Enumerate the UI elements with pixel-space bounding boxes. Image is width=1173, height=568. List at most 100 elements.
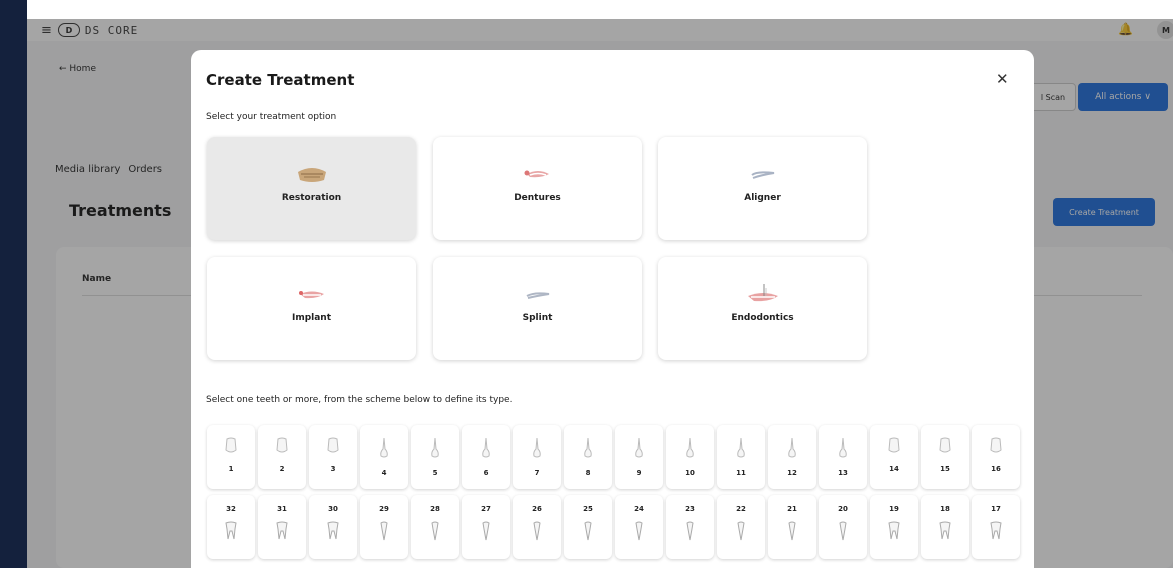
tooth-number: 20 xyxy=(838,505,848,513)
tooth-cell[interactable]: 11 xyxy=(717,425,765,489)
tooth-cell[interactable]: 27 xyxy=(462,495,510,559)
option-aligner[interactable]: Aligner xyxy=(658,137,867,240)
tooth-number: 25 xyxy=(583,505,593,513)
option-label: Splint xyxy=(522,313,553,323)
tooth-number: 21 xyxy=(787,505,797,513)
tooth-icon xyxy=(634,513,644,545)
tooth-cell[interactable]: 15 xyxy=(921,425,969,489)
tooth-cell[interactable]: 29 xyxy=(360,495,408,559)
tooth-cell[interactable]: 24 xyxy=(615,495,663,559)
tooth-number: 14 xyxy=(889,465,899,473)
tooth-cell[interactable]: 28 xyxy=(411,495,459,559)
tooth-cell[interactable]: 3 xyxy=(309,425,357,489)
tooth-cell[interactable]: 23 xyxy=(666,495,714,559)
option-label: Restoration xyxy=(281,193,342,203)
tooth-number: 24 xyxy=(634,505,644,513)
tooth-cell[interactable]: 19 xyxy=(870,495,918,559)
tooth-cell[interactable]: 7 xyxy=(513,425,561,489)
upper-teeth-row: 1 2 3 4 5 6 7 8 9 10 11 12 13 14 15 16 xyxy=(207,425,1020,489)
tooth-number: 31 xyxy=(277,505,287,513)
tooth-icon xyxy=(224,513,238,545)
tooth-number: 28 xyxy=(430,505,440,513)
tooth-icon xyxy=(989,425,1003,459)
tooth-cell[interactable]: 22 xyxy=(717,495,765,559)
tooth-cell[interactable]: 5 xyxy=(411,425,459,489)
tooth-icon xyxy=(224,425,238,459)
tooth-icon xyxy=(532,513,542,545)
tooth-number: 18 xyxy=(940,505,950,513)
restoration-icon xyxy=(295,164,329,186)
tooth-number: 22 xyxy=(736,505,746,513)
tooth-number: 5 xyxy=(432,469,438,477)
tooth-icon xyxy=(787,513,797,545)
tooth-icon xyxy=(736,425,746,463)
tooth-cell[interactable]: 32 xyxy=(207,495,255,559)
lower-teeth-row: 32 31 30 29 28 27 26 25 24 23 22 21 20 19 18 17 xyxy=(207,495,1020,559)
tooth-number: 26 xyxy=(532,505,542,513)
tooth-cell[interactable]: 16 xyxy=(972,425,1020,489)
tooth-cell[interactable]: 17 xyxy=(972,495,1020,559)
tooth-cell[interactable]: 9 xyxy=(615,425,663,489)
tooth-number: 7 xyxy=(534,469,540,477)
tooth-icon xyxy=(326,425,340,459)
tooth-icon xyxy=(838,425,848,463)
tooth-cell[interactable]: 8 xyxy=(564,425,612,489)
tooth-icon xyxy=(326,513,340,545)
close-icon[interactable]: ✕ xyxy=(996,70,1009,88)
tooth-icon xyxy=(989,513,1003,545)
tooth-number: 19 xyxy=(889,505,899,513)
tooth-icon xyxy=(736,513,746,545)
option-splint[interactable]: Splint xyxy=(433,257,642,360)
tooth-icon xyxy=(275,425,289,459)
tooth-cell[interactable]: 1 xyxy=(207,425,255,489)
splint-icon xyxy=(524,284,552,306)
tooth-cell[interactable]: 14 xyxy=(870,425,918,489)
tooth-number: 9 xyxy=(636,469,642,477)
option-dentures[interactable]: Dentures xyxy=(433,137,642,240)
option-restoration[interactable]: Restoration xyxy=(207,137,416,240)
tooth-number: 8 xyxy=(585,469,591,477)
tooth-number: 32 xyxy=(226,505,236,513)
tooth-cell[interactable]: 12 xyxy=(768,425,816,489)
tooth-icon xyxy=(938,513,952,545)
tooth-cell[interactable]: 18 xyxy=(921,495,969,559)
tooth-cell[interactable]: 31 xyxy=(258,495,306,559)
option-implant[interactable]: Implant xyxy=(207,257,416,360)
tooth-number: 13 xyxy=(838,469,848,477)
tooth-icon xyxy=(379,513,389,545)
tooth-cell[interactable]: 2 xyxy=(258,425,306,489)
create-treatment-dialog: Create Treatment ✕ Select your treatment… xyxy=(191,50,1034,568)
tooth-number: 6 xyxy=(483,469,489,477)
tooth-cell[interactable]: 6 xyxy=(462,425,510,489)
tooth-cell[interactable]: 25 xyxy=(564,495,612,559)
endodontics-icon xyxy=(746,284,780,306)
dentures-icon xyxy=(524,164,552,186)
option-endodontics[interactable]: Endodontics xyxy=(658,257,867,360)
option-label: Implant xyxy=(291,313,332,323)
tooth-number: 29 xyxy=(379,505,389,513)
tooth-number: 10 xyxy=(685,469,695,477)
tooth-icon xyxy=(887,425,901,459)
tooth-number: 15 xyxy=(940,465,950,473)
tooth-icon xyxy=(685,513,695,545)
tooth-cell[interactable]: 21 xyxy=(768,495,816,559)
tooth-cell[interactable]: 20 xyxy=(819,495,867,559)
tooth-number: 27 xyxy=(481,505,491,513)
tooth-icon xyxy=(583,425,593,463)
tooth-number: 2 xyxy=(279,465,285,473)
tooth-icon xyxy=(430,425,440,463)
tooth-cell[interactable]: 10 xyxy=(666,425,714,489)
tooth-cell[interactable]: 26 xyxy=(513,495,561,559)
tooth-icon xyxy=(685,425,695,463)
tooth-cell[interactable]: 13 xyxy=(819,425,867,489)
tooth-cell[interactable]: 30 xyxy=(309,495,357,559)
tooth-number: 23 xyxy=(685,505,695,513)
tooth-number: 16 xyxy=(991,465,1001,473)
tooth-cell[interactable]: 4 xyxy=(360,425,408,489)
tooth-number: 17 xyxy=(991,505,1001,513)
teeth-hint: Select one teeth or more, from the schem… xyxy=(206,395,513,405)
dialog-title: Create Treatment xyxy=(206,71,355,89)
tooth-number: 11 xyxy=(736,469,746,477)
tooth-icon xyxy=(430,513,440,545)
tooth-number: 12 xyxy=(787,469,797,477)
